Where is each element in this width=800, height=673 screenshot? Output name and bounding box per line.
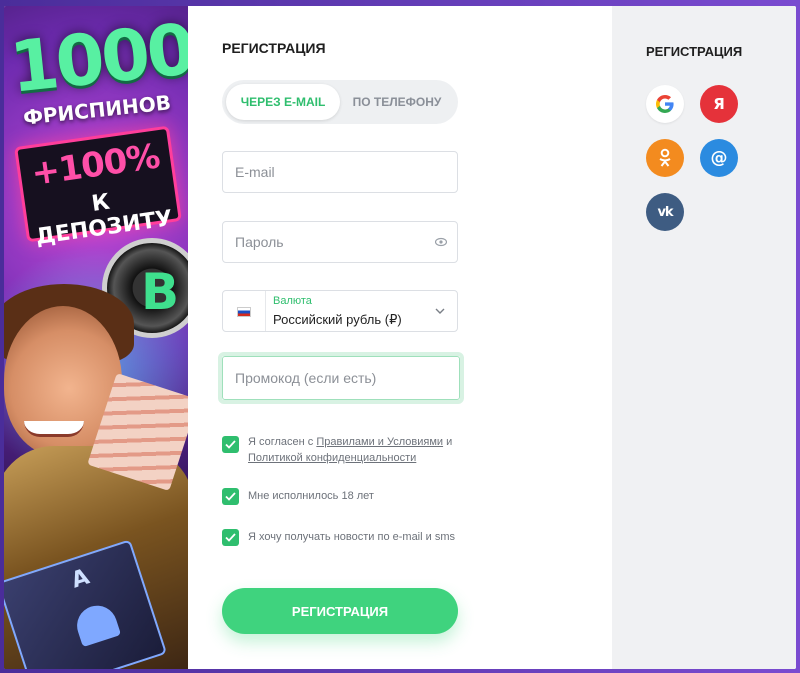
promo-bonus-box: +100% К ДЕПОЗИТУ [14, 125, 182, 250]
yandex-login-button[interactable]: Я [700, 85, 738, 123]
form-title: РЕГИСТРАЦИЯ [222, 40, 326, 56]
odnoklassniki-icon [659, 148, 671, 167]
google-icon [656, 95, 674, 113]
promocode-field[interactable] [223, 357, 459, 399]
terms-text: Я согласен с Правилами и Условиями и Пол… [248, 434, 508, 466]
chip-logo: B [141, 263, 180, 321]
news-checkbox-row: Я хочу получать новости по e-mail и sms [222, 529, 455, 546]
password-field-wrapper [222, 221, 458, 263]
yandex-icon: Я [713, 95, 725, 113]
card-suit-icon [71, 600, 122, 648]
age-text: Мне исполнилось 18 лет [248, 490, 374, 502]
tab-phone[interactable]: ПО ТЕЛЕФОНУ [340, 84, 454, 120]
age-checkbox[interactable] [222, 488, 239, 505]
social-title: РЕГИСТРАЦИЯ [646, 44, 743, 59]
news-text: Я хочу получать новости по e-mail и sms [248, 531, 455, 543]
mail-at-icon: @ [710, 148, 728, 168]
terms-prefix: Я согласен с [248, 436, 317, 448]
news-checkbox[interactable] [222, 529, 239, 546]
register-button[interactable]: РЕГИСТРАЦИЯ [222, 588, 458, 634]
mail-ru-login-button[interactable]: @ [700, 139, 738, 177]
vk-login-button[interactable]: vk [646, 193, 684, 231]
social-registration-panel: РЕГИСТРАЦИЯ Я @ vk [612, 6, 796, 669]
registration-method-tabs: ЧЕРЕЗ E-MAIL ПО ТЕЛЕФОНУ [222, 80, 458, 124]
currency-divider [265, 291, 266, 331]
card-rank: A [68, 564, 93, 594]
eye-icon[interactable] [435, 237, 447, 247]
privacy-link[interactable]: Политикой конфиденциальности [248, 452, 416, 464]
terms-middle: и [443, 436, 453, 448]
vk-icon: vk [657, 204, 673, 220]
google-login-button[interactable] [646, 85, 684, 123]
password-field[interactable] [223, 222, 457, 262]
modal-frame: 1000 ФРИСПИНОВ +100% К ДЕПОЗИТУ B A РЕГИ… [0, 0, 800, 673]
promocode-field-wrapper [218, 352, 464, 404]
check-icon [225, 440, 236, 449]
promocode-field-border [222, 356, 460, 400]
terms-checkbox[interactable] [222, 436, 239, 453]
age-checkbox-row: Мне исполнилось 18 лет [222, 488, 374, 505]
promo-banner: 1000 ФРИСПИНОВ +100% К ДЕПОЗИТУ B A [4, 6, 188, 669]
odnoklassniki-login-button[interactable] [646, 139, 684, 177]
russia-flag-icon [237, 307, 251, 317]
promo-freespins-count: 1000 [6, 8, 188, 109]
person-smile-image [24, 421, 84, 437]
currency-select[interactable]: Валюта Российский рубль (₽) [222, 290, 458, 332]
chevron-down-icon [435, 308, 445, 314]
registration-form: РЕГИСТРАЦИЯ ЧЕРЕЗ E-MAIL ПО ТЕЛЕФОНУ Вал… [188, 6, 612, 669]
registration-modal: 1000 ФРИСПИНОВ +100% К ДЕПОЗИТУ B A РЕГИ… [4, 6, 796, 669]
currency-label: Валюта [273, 295, 312, 307]
check-icon [225, 533, 236, 542]
terms-checkbox-row: Я согласен с Правилами и Условиями и Пол… [222, 434, 508, 466]
email-field-wrapper [222, 151, 458, 193]
currency-value: Российский рубль (₽) [273, 312, 402, 327]
terms-link[interactable]: Правилами и Условиями [316, 436, 443, 448]
email-field[interactable] [223, 152, 457, 192]
tab-email[interactable]: ЧЕРЕЗ E-MAIL [226, 84, 340, 120]
check-icon [225, 492, 236, 501]
